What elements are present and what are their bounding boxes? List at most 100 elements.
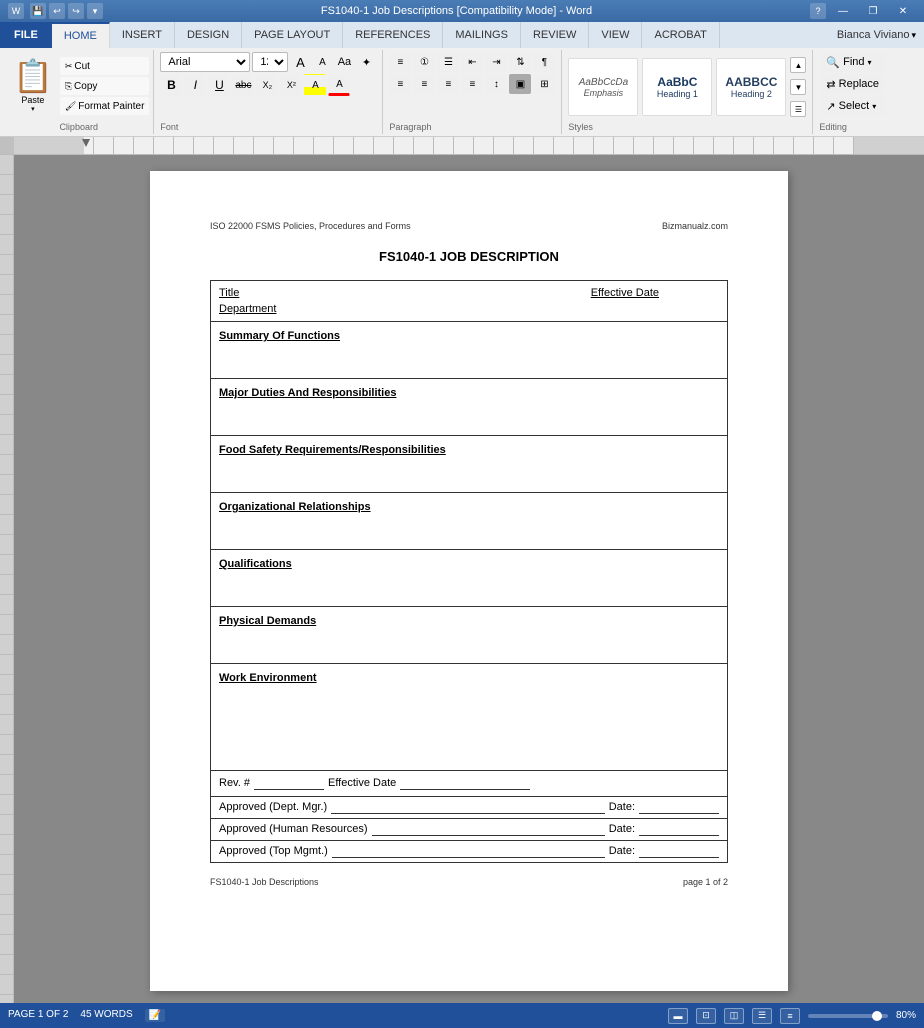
status-bar-right: ▬ ⊡ ◫ ☰ ≡ 80%	[668, 1008, 916, 1024]
align-center-button[interactable]: ≡	[413, 74, 435, 94]
styles-scroll-up[interactable]: ▲	[790, 57, 806, 73]
select-icon: ↗	[826, 100, 835, 113]
styles-more[interactable]: ☰	[790, 101, 806, 117]
align-left-button[interactable]: ≡	[389, 74, 411, 94]
ruler-indent-marker[interactable]	[82, 139, 90, 147]
font-color-button[interactable]: A	[328, 74, 350, 96]
close-button[interactable]: ✕	[890, 3, 916, 19]
full-screen-button[interactable]: ⊡	[696, 1008, 716, 1024]
paste-dropdown-icon[interactable]: ▾	[31, 105, 35, 113]
font-name-selector[interactable]: Arial	[160, 52, 250, 72]
word-app-icon[interactable]: W	[8, 3, 24, 19]
copy-button[interactable]: ⎘ Copy	[60, 77, 150, 95]
font-group-label: Font	[160, 122, 376, 132]
style-heading2[interactable]: AABBCC Heading 2	[716, 58, 786, 116]
restore-button[interactable]: ❐	[860, 3, 886, 19]
font-grow-button[interactable]: A	[290, 52, 310, 72]
tab-mailings[interactable]: MAILINGS	[443, 22, 521, 48]
editing-controls: 🔍 Find ▾ ⇄ Replace ↗ Select ▾	[819, 52, 886, 122]
table-row-approved2: Approved (Human Resources) Date:	[211, 819, 728, 841]
tab-view[interactable]: VIEW	[589, 22, 642, 48]
paragraph-group: ≡ ① ☰ ⇤ ⇥ ⇅ ¶ ≡ ≡ ≡ ≡ ↕ ▣ ⊞ Pa	[383, 50, 562, 134]
web-layout-button[interactable]: ◫	[724, 1008, 744, 1024]
tab-design[interactable]: DESIGN	[175, 22, 242, 48]
replace-button[interactable]: ⇄ Replace	[819, 74, 886, 94]
text-highlight-button[interactable]: A	[304, 74, 326, 96]
decrease-indent-button[interactable]: ⇤	[461, 52, 483, 72]
tab-insert[interactable]: INSERT	[110, 22, 175, 48]
track-changes-icon[interactable]: 📝	[145, 1009, 165, 1022]
clipboard-small-buttons: ✂ Cut ⎘ Copy 🖌 Format Painter	[60, 57, 150, 115]
cut-button[interactable]: ✂ Cut	[60, 57, 150, 75]
bullets-button[interactable]: ≡	[389, 52, 411, 72]
paste-button[interactable]: 📋 Paste ▾	[8, 56, 58, 115]
approved1-label: Approved (Dept. Mgr.)	[219, 801, 327, 813]
page-header: ISO 22000 FSMS Policies, Procedures and …	[210, 221, 728, 231]
redo-icon[interactable]: ↪	[68, 3, 84, 19]
user-dropdown-icon[interactable]: ▾	[911, 30, 916, 41]
document-area[interactable]: ISO 22000 FSMS Policies, Procedures and …	[14, 155, 924, 1003]
underline-button[interactable]: U	[208, 74, 230, 96]
window-controls: ? — ❐ ✕	[810, 3, 916, 19]
physical-cell: Physical Demands	[211, 607, 728, 664]
font-shrink-button[interactable]: A	[312, 52, 332, 72]
status-bar-left: PAGE 1 OF 2 45 WORDS 📝	[8, 1009, 165, 1022]
change-case-button[interactable]: Aa	[334, 52, 354, 72]
bold-button[interactable]: B	[160, 74, 182, 96]
numbering-button[interactable]: ①	[413, 52, 435, 72]
table-row-approved1: Approved (Dept. Mgr.) Date:	[211, 797, 728, 819]
tab-file[interactable]: FILE	[0, 22, 52, 48]
strikethrough-button[interactable]: abc	[232, 74, 254, 96]
tab-page-layout[interactable]: PAGE LAYOUT	[242, 22, 343, 48]
format-painter-button[interactable]: 🖌 Format Painter	[60, 97, 150, 115]
sort-button[interactable]: ⇅	[509, 52, 531, 72]
styles-scroll-down[interactable]: ▼	[790, 79, 806, 95]
zoom-thumb[interactable]	[872, 1011, 882, 1021]
paragraph-group-label: Paragraph	[389, 122, 555, 132]
justify-button[interactable]: ≡	[461, 74, 483, 94]
help-icon[interactable]: ?	[810, 3, 826, 19]
draft-button[interactable]: ≡	[780, 1008, 800, 1024]
line-spacing-button[interactable]: ↕	[485, 74, 507, 94]
approved2-date-label: Date:	[609, 823, 635, 835]
minimize-button[interactable]: —	[830, 3, 856, 19]
clipboard-group: 📋 Paste ▾ ✂ Cut ⎘ Copy 🖌 Format P	[4, 50, 154, 134]
tab-review[interactable]: REVIEW	[521, 22, 589, 48]
find-button[interactable]: 🔍 Find ▾	[819, 52, 886, 72]
page-header-left: ISO 22000 FSMS Policies, Procedures and …	[210, 221, 411, 231]
approved2-line	[372, 823, 605, 836]
tab-references[interactable]: REFERENCES	[343, 22, 443, 48]
font-size-selector[interactable]: 12	[252, 52, 288, 72]
italic-button[interactable]: I	[184, 74, 206, 96]
table-row-org: Organizational Relationships	[211, 493, 728, 550]
print-layout-button[interactable]: ▬	[668, 1008, 688, 1024]
undo-icon[interactable]: ↩	[49, 3, 65, 19]
show-formatting-button[interactable]: ¶	[533, 52, 555, 72]
approved3-line	[332, 845, 605, 858]
approved2-cell: Approved (Human Resources) Date:	[211, 819, 728, 841]
superscript-button[interactable]: X²	[280, 74, 302, 96]
cut-icon: ✂	[65, 61, 73, 72]
customize-icon[interactable]: ▾	[87, 3, 103, 19]
shading-button[interactable]: ▣	[509, 74, 531, 94]
style-heading1[interactable]: AaBbC Heading 1	[642, 58, 712, 116]
tab-acrobat[interactable]: ACROBAT	[642, 22, 719, 48]
select-button[interactable]: ↗ Select ▾	[819, 96, 886, 116]
summary-label: Summary Of Functions	[219, 330, 719, 342]
align-right-button[interactable]: ≡	[437, 74, 459, 94]
subscript-button[interactable]: X₂	[256, 74, 278, 96]
page-header-right: Bizmanualz.com	[662, 221, 728, 231]
save-icon[interactable]: 💾	[30, 3, 46, 19]
clear-formatting-button[interactable]: ✦	[356, 52, 376, 72]
table-row-title: Title Effective Date Department	[211, 281, 728, 322]
borders-button[interactable]: ⊞	[533, 74, 555, 94]
outline-button[interactable]: ☰	[752, 1008, 772, 1024]
zoom-slider[interactable]	[808, 1014, 888, 1018]
tab-home[interactable]: HOME	[52, 22, 110, 48]
table-row-environment: Work Environment	[211, 664, 728, 771]
multilevel-list-button[interactable]: ☰	[437, 52, 459, 72]
increase-indent-button[interactable]: ⇥	[485, 52, 507, 72]
select-label: Select	[839, 100, 870, 112]
user-account[interactable]: Bianca Viviano	[837, 29, 910, 41]
style-emphasis[interactable]: AaBbCcDa Emphasis	[568, 58, 638, 116]
